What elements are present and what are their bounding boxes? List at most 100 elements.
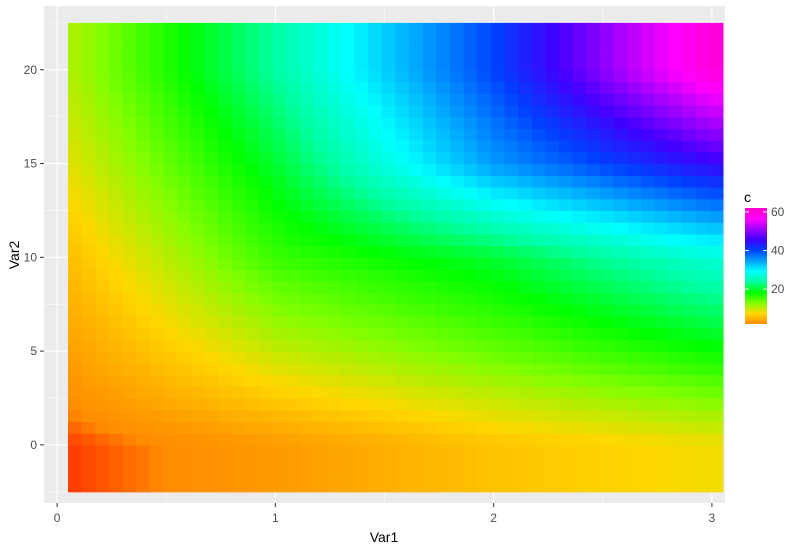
legend-title: c bbox=[744, 189, 751, 205]
heatmap-tile bbox=[559, 245, 574, 258]
heatmap-tile bbox=[477, 292, 492, 305]
heatmap-tile bbox=[395, 81, 410, 94]
heatmap-tile bbox=[299, 362, 315, 376]
heatmap-tile bbox=[354, 280, 369, 294]
heatmap-tile bbox=[709, 304, 724, 317]
heatmap-tile bbox=[68, 409, 83, 423]
heatmap-tile bbox=[586, 409, 601, 423]
heatmap-tile bbox=[627, 69, 642, 83]
heatmap-tile bbox=[231, 46, 246, 59]
heatmap-tile bbox=[586, 151, 601, 165]
heatmap-tile bbox=[299, 104, 315, 118]
heatmap-tile bbox=[504, 163, 519, 176]
heatmap-tile bbox=[709, 69, 724, 83]
heatmap-tile bbox=[422, 233, 437, 247]
heatmap-tile bbox=[463, 269, 478, 282]
heatmap-tile bbox=[449, 269, 465, 282]
heatmap-tile bbox=[108, 480, 124, 493]
heatmap-tile bbox=[299, 233, 315, 247]
heatmap-tile bbox=[490, 81, 506, 94]
heatmap-tile bbox=[600, 245, 615, 258]
heatmap-tile bbox=[108, 128, 124, 141]
heatmap-tile bbox=[108, 210, 124, 223]
heatmap-tile bbox=[231, 104, 246, 118]
heatmap-tile bbox=[136, 421, 151, 434]
heatmap-tile bbox=[477, 140, 492, 153]
heatmap-tile bbox=[709, 433, 724, 446]
heatmap-tile bbox=[654, 140, 669, 153]
heatmap-tile bbox=[204, 397, 219, 411]
heatmap-tile bbox=[340, 198, 356, 212]
heatmap-tile bbox=[572, 46, 587, 59]
heatmap-tile bbox=[122, 81, 137, 94]
heatmap-tile bbox=[354, 140, 369, 153]
heatmap-tile bbox=[681, 186, 697, 200]
heatmap-tile bbox=[681, 233, 697, 247]
heatmap-tile bbox=[477, 456, 492, 469]
heatmap-tile bbox=[354, 409, 369, 423]
heatmap-tile bbox=[668, 456, 683, 469]
heatmap-tile bbox=[218, 468, 233, 481]
heatmap-tile bbox=[531, 480, 547, 493]
heatmap-tile bbox=[381, 304, 397, 317]
heatmap-tile bbox=[136, 351, 151, 364]
heatmap-tile bbox=[531, 34, 547, 47]
heatmap-tile bbox=[340, 397, 356, 411]
heatmap-tile bbox=[518, 69, 533, 83]
heatmap-tile bbox=[640, 304, 656, 317]
heatmap-tile bbox=[409, 46, 424, 59]
heatmap-tile bbox=[600, 116, 615, 129]
heatmap-tile bbox=[613, 468, 628, 481]
y-axis-title: Var2 bbox=[6, 241, 22, 270]
heatmap-tile bbox=[259, 339, 274, 352]
heatmap-tile bbox=[572, 198, 587, 212]
heatmap-tile bbox=[531, 46, 547, 59]
heatmap-tile bbox=[436, 292, 451, 305]
heatmap-tile bbox=[299, 327, 315, 340]
heatmap-tile bbox=[190, 468, 206, 481]
heatmap-tile bbox=[695, 304, 710, 317]
heatmap-tile bbox=[518, 58, 533, 71]
heatmap-tile bbox=[95, 362, 110, 376]
heatmap-tile bbox=[709, 339, 724, 352]
heatmap-tile bbox=[422, 339, 437, 352]
heatmap-tile bbox=[368, 480, 383, 493]
heatmap-tile bbox=[409, 69, 424, 83]
heatmap-tile bbox=[504, 58, 519, 71]
heatmap-tile bbox=[81, 22, 96, 36]
heatmap-tile bbox=[190, 444, 206, 458]
heatmap-tile bbox=[490, 315, 506, 329]
heatmap-tile bbox=[395, 339, 410, 352]
heatmap-tile bbox=[272, 269, 287, 282]
heatmap-tile bbox=[627, 116, 642, 129]
heatmap-tile bbox=[627, 339, 642, 352]
heatmap-tile bbox=[709, 269, 724, 282]
heatmap-tile bbox=[545, 140, 560, 153]
heatmap-tile bbox=[654, 315, 669, 329]
heatmap-tile bbox=[559, 315, 574, 329]
heatmap-tile bbox=[354, 257, 369, 270]
heatmap-tile bbox=[177, 140, 192, 153]
heatmap-tile bbox=[381, 22, 397, 36]
heatmap-tile bbox=[600, 269, 615, 282]
heatmap-tile bbox=[163, 386, 178, 399]
heatmap-tile bbox=[381, 222, 397, 235]
heatmap-tile bbox=[640, 222, 656, 235]
heatmap-tile bbox=[463, 444, 478, 458]
heatmap-tile bbox=[586, 421, 601, 434]
heatmap-tile bbox=[504, 186, 519, 200]
heatmap-tile bbox=[286, 93, 301, 106]
heatmap-tile bbox=[354, 456, 369, 469]
heatmap-tile bbox=[163, 233, 178, 247]
heatmap-tile bbox=[354, 374, 369, 387]
heatmap-tile bbox=[136, 34, 151, 47]
heatmap-tile bbox=[600, 339, 615, 352]
heatmap-tile bbox=[422, 116, 437, 129]
heatmap-tile bbox=[586, 175, 601, 188]
heatmap-tile bbox=[340, 421, 356, 434]
heatmap-tile bbox=[572, 233, 587, 247]
heatmap-tile bbox=[600, 444, 615, 458]
heatmap-tile bbox=[272, 22, 287, 36]
heatmap-tile bbox=[204, 22, 219, 36]
heatmap-tile bbox=[477, 233, 492, 247]
